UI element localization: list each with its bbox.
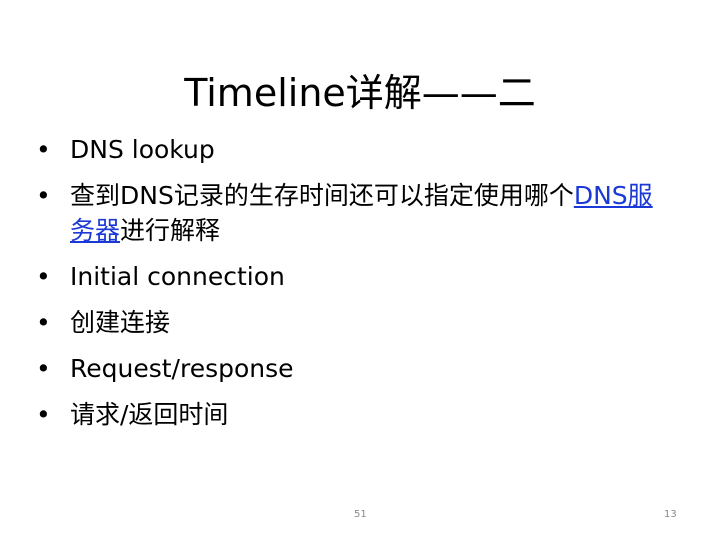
bullet-text: Initial connection [70, 262, 285, 291]
bullet-item-initial-connection: • Initial connection [36, 259, 676, 294]
bullet-item-request-return-time: • 请求/返回时间 [36, 397, 676, 432]
bullet-text: Request/response [70, 354, 294, 383]
bullet-dot: • [36, 262, 51, 291]
bullet-item-dns-lookup: • DNS lookup [36, 132, 676, 167]
bullet-dot: • [36, 308, 51, 337]
bullet-text-suffix: 进行解释 [120, 216, 221, 245]
bullet-item-create-connection: • 创建连接 [36, 305, 676, 340]
bullet-text: 创建连接 [70, 308, 171, 337]
bullet-dot: • [36, 400, 51, 429]
bullet-dot: • [36, 181, 51, 210]
bullet-item-request-response: • Request/response [36, 351, 676, 386]
bullet-dot: • [36, 135, 51, 164]
footer-center-number: 51 [354, 509, 367, 520]
bullet-text-prefix: 查到DNS记录的生存时间还可以指定使用哪个 [70, 181, 574, 210]
bullet-dot: • [36, 354, 51, 383]
bullet-text: 请求/返回时间 [70, 400, 229, 429]
bullet-text: DNS lookup [70, 135, 215, 164]
slide-title: Timeline详解——二 [184, 71, 536, 116]
bullet-list: • DNS lookup • 查到DNS记录的生存时间还可以指定使用哪个DNS服… [36, 132, 676, 443]
footer-slide-number: 13 [664, 509, 677, 520]
bullet-item-dns-ttl: • 查到DNS记录的生存时间还可以指定使用哪个DNS服务器进行解释 [36, 178, 676, 248]
